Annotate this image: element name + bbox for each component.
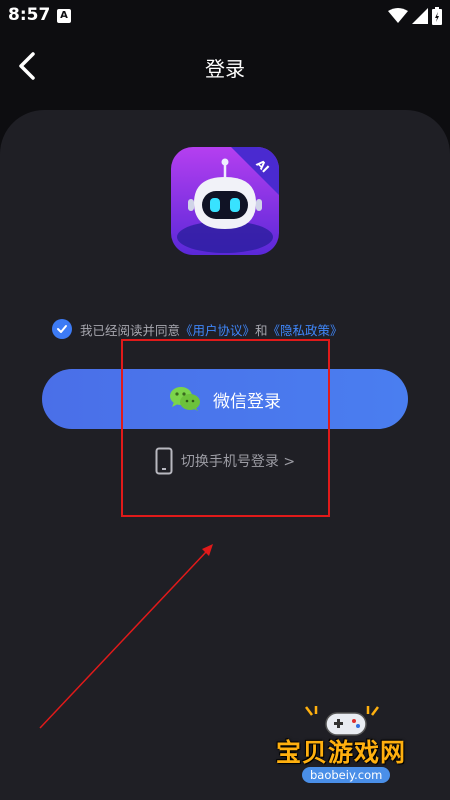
user-agreement-link[interactable]: 《用户协议》 <box>180 320 255 339</box>
robot-logo-icon: AI <box>171 147 279 255</box>
annotation-highlight-box <box>121 339 330 517</box>
wifi-icon <box>388 8 408 23</box>
app-logo: AI <box>171 147 279 255</box>
watermark-url: baobeiy.com <box>302 767 391 783</box>
battery-icon <box>432 7 442 25</box>
notification-icon: A <box>57 9 71 23</box>
status-time: 8:57 <box>8 5 51 25</box>
privacy-policy-link[interactable]: 《隐私政策》 <box>268 320 343 339</box>
check-icon <box>57 325 67 333</box>
signal-icon <box>412 8 428 24</box>
app-header: 登录 <box>0 32 450 102</box>
page-title: 登录 <box>205 57 245 81</box>
status-icons <box>388 6 442 26</box>
agreement-row: 我已经阅读并同意 《用户协议》 和 《隐私政策》 <box>52 318 343 340</box>
agreement-conjunction: 和 <box>255 322 268 338</box>
agreement-text: 我已经阅读并同意 <box>80 322 181 338</box>
watermark: 宝贝游戏网 baobeiy.com <box>272 705 422 795</box>
status-bar: 8:57 A <box>0 0 450 32</box>
agree-checkbox[interactable] <box>52 319 72 339</box>
watermark-text: 宝贝游戏网 <box>276 738 407 767</box>
